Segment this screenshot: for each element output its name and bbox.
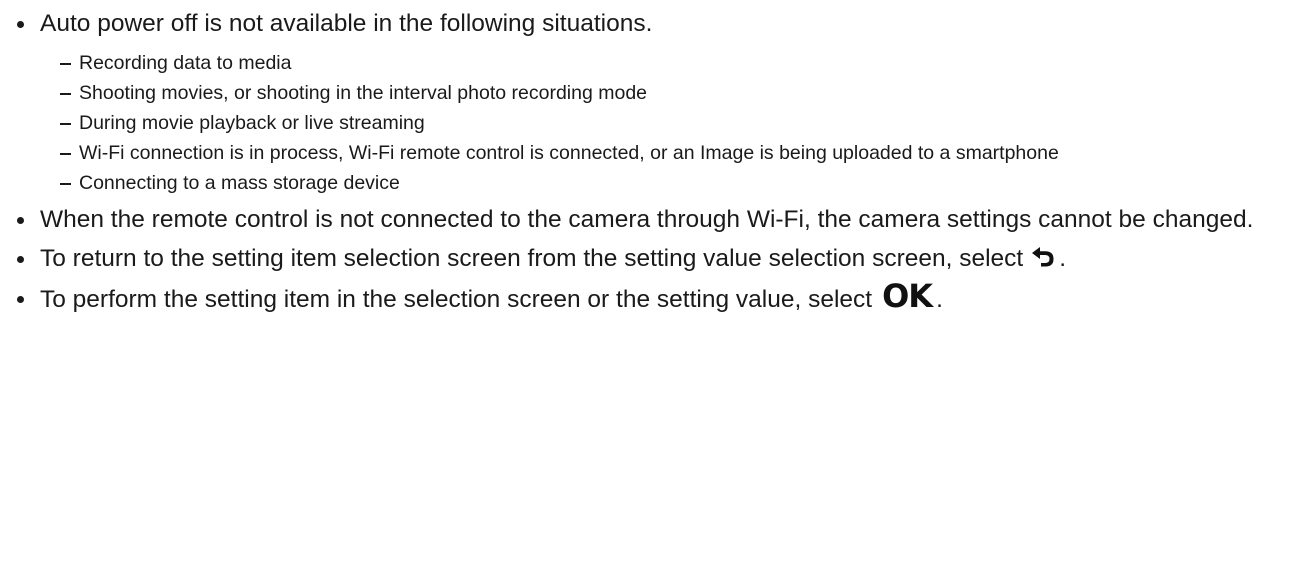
note-perform-setting: To perform the setting item in the selec… xyxy=(14,277,1304,317)
situation-item: During movie playback or live streaming xyxy=(60,108,1304,138)
note-text: Auto power off is not available in the f… xyxy=(40,10,653,37)
note-return-to-item: To return to the setting item selection … xyxy=(14,241,1304,277)
ok-icon: OK xyxy=(882,277,933,316)
dash xyxy=(60,123,71,125)
dash xyxy=(60,153,71,155)
note-remote-control: When the remote control is not connected… xyxy=(14,202,1304,237)
note-text: To return to the setting item selection … xyxy=(40,245,1024,272)
situation-item: Wi-Fi connection is in process, Wi-Fi re… xyxy=(60,138,1304,168)
note-suffix: . xyxy=(1059,245,1067,272)
situation-text: Wi-Fi connection is in process, Wi-Fi re… xyxy=(79,142,1059,164)
bullet xyxy=(17,256,24,263)
situation-list: Recording data to media Shooting movies,… xyxy=(40,48,1304,198)
bullet xyxy=(17,21,24,28)
dash xyxy=(60,183,71,185)
bullet xyxy=(17,217,24,224)
bullet xyxy=(17,296,24,304)
situation-item: Shooting movies, or shooting in the inte… xyxy=(60,78,1304,108)
note-suffix: . xyxy=(936,286,943,314)
situation-text: Connecting to a mass storage device xyxy=(79,172,400,194)
note-auto-power-off: Auto power off is not available in the f… xyxy=(14,6,1304,198)
note-text: To perform the setting item in the selec… xyxy=(40,286,873,314)
situation-text: Recording data to media xyxy=(79,52,292,74)
dash xyxy=(60,93,71,95)
note-text: When the remote control is not connected… xyxy=(40,206,1254,233)
notes-list: Auto power off is not available in the f… xyxy=(14,6,1304,317)
situation-item: Connecting to a mass storage device xyxy=(60,168,1304,198)
situation-text: During movie playback or live streaming xyxy=(79,112,425,134)
situation-item: Recording data to media xyxy=(60,48,1304,78)
dash xyxy=(60,63,71,65)
back-arrow-icon xyxy=(1031,242,1055,277)
situation-text: Shooting movies, or shooting in the inte… xyxy=(79,82,648,104)
